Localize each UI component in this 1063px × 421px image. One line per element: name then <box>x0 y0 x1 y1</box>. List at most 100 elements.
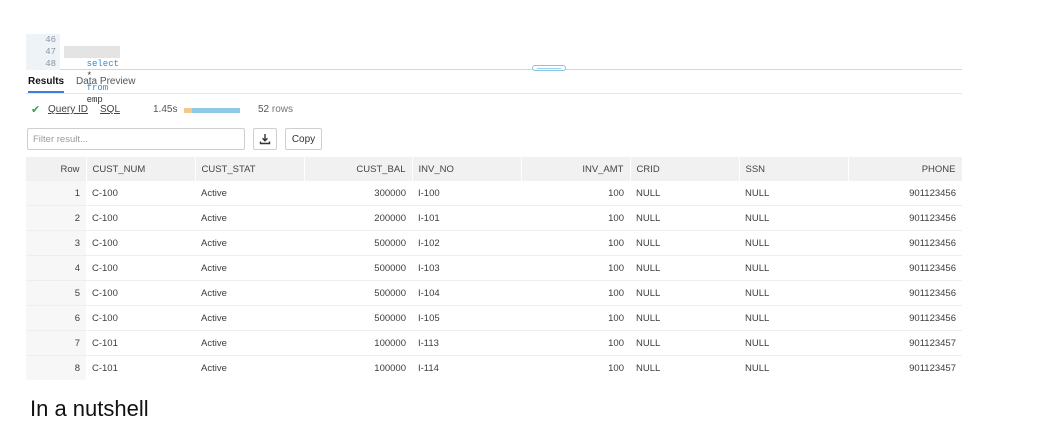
cell-crid[interactable]: NULL <box>630 305 739 331</box>
cell-cust-stat[interactable]: Active <box>195 305 304 331</box>
sql-link[interactable]: SQL <box>100 104 120 115</box>
line-number: 47 <box>45 47 56 57</box>
cell-inv-amt[interactable]: 100 <box>521 356 630 381</box>
cell-cust-stat[interactable]: Active <box>195 280 304 306</box>
cell-ssn[interactable]: NULL <box>739 181 848 206</box>
cell-cust-bal[interactable]: 500000 <box>304 305 412 331</box>
column-header-cust-stat[interactable]: CUST_STAT <box>195 157 305 181</box>
cell-cust-stat[interactable]: Active <box>195 230 304 256</box>
sql-editor[interactable]: 46 47 48 select * from emp <box>26 34 962 105</box>
table-row[interactable]: 4 C-100 Active 500000 I-103 100 NULL NUL… <box>26 255 962 281</box>
cell-crid[interactable]: NULL <box>630 330 739 356</box>
cell-ssn[interactable]: NULL <box>739 255 848 281</box>
cell-inv-no[interactable]: I-114 <box>412 356 521 381</box>
column-header-cust-num[interactable]: CUST_NUM <box>86 157 196 181</box>
cell-cust-num[interactable]: C-100 <box>86 280 195 306</box>
cell-cust-stat[interactable]: Active <box>195 205 304 231</box>
table-row[interactable]: 1 C-100 Active 300000 I-100 100 NULL NUL… <box>26 181 962 206</box>
cell-phone[interactable]: 901123456 <box>848 255 962 281</box>
cell-inv-no[interactable]: I-105 <box>412 305 521 331</box>
cell-cust-num[interactable]: C-100 <box>86 205 195 231</box>
cell-cust-stat[interactable]: Active <box>195 255 304 281</box>
table-row[interactable]: 3 C-100 Active 500000 I-102 100 NULL NUL… <box>26 230 962 256</box>
download-button[interactable] <box>253 128 277 150</box>
cell-cust-bal[interactable]: 500000 <box>304 230 412 256</box>
table-row[interactable]: 5 C-100 Active 500000 I-104 100 NULL NUL… <box>26 280 962 306</box>
cell-cust-num[interactable]: C-100 <box>86 181 195 206</box>
cell-inv-no[interactable]: I-102 <box>412 230 521 256</box>
column-header-row[interactable]: Row <box>26 157 87 181</box>
cell-inv-amt[interactable]: 100 <box>521 330 630 356</box>
row-count: 52 rows <box>258 104 293 115</box>
pane-resize-handle[interactable] <box>532 65 566 71</box>
cell-crid[interactable]: NULL <box>630 255 739 281</box>
cell-cust-num[interactable]: C-100 <box>86 230 195 256</box>
table-row[interactable]: 8 C-101 Active 100000 I-114 100 NULL NUL… <box>26 355 962 381</box>
filter-result-input[interactable] <box>27 128 245 150</box>
cell-inv-no[interactable]: I-104 <box>412 280 521 306</box>
cell-cust-stat[interactable]: Active <box>195 330 304 356</box>
copy-button[interactable]: Copy <box>285 128 322 150</box>
table-row[interactable]: 2 C-100 Active 200000 I-101 100 NULL NUL… <box>26 205 962 231</box>
cell-ssn[interactable]: NULL <box>739 205 848 231</box>
progress-segment-compile <box>184 108 192 113</box>
cell-crid[interactable]: NULL <box>630 356 739 381</box>
row-count-label: rows <box>271 104 294 115</box>
cell-ssn[interactable]: NULL <box>739 305 848 331</box>
cell-crid[interactable]: NULL <box>630 181 739 206</box>
cell-phone[interactable]: 901123456 <box>848 305 962 331</box>
cell-ssn[interactable]: NULL <box>739 230 848 256</box>
cell-ssn[interactable]: NULL <box>739 280 848 306</box>
cell-inv-amt[interactable]: 100 <box>521 255 630 281</box>
cell-inv-no[interactable]: I-100 <box>412 181 521 206</box>
sql-keyword-select: select <box>86 59 120 69</box>
cell-ssn[interactable]: NULL <box>739 356 848 381</box>
column-header-ssn[interactable]: SSN <box>739 157 849 181</box>
cell-inv-amt[interactable]: 100 <box>521 305 630 331</box>
cell-inv-amt[interactable]: 100 <box>521 181 630 206</box>
cell-cust-bal[interactable]: 300000 <box>304 181 412 206</box>
query-id-link[interactable]: Query ID <box>48 104 88 115</box>
column-header-cust-bal[interactable]: CUST_BAL <box>304 157 413 181</box>
editor-divider <box>60 69 962 70</box>
cell-inv-amt[interactable]: 100 <box>521 280 630 306</box>
cell-phone[interactable]: 901123457 <box>848 330 962 356</box>
cell-ssn[interactable]: NULL <box>739 330 848 356</box>
cell-cust-stat[interactable]: Active <box>195 356 304 381</box>
cell-cust-bal[interactable]: 500000 <box>304 280 412 306</box>
cell-cust-bal[interactable]: 100000 <box>304 356 412 381</box>
column-header-inv-amt[interactable]: INV_AMT <box>521 157 631 181</box>
tab-data-preview[interactable]: Data Preview <box>76 76 135 87</box>
cell-cust-num[interactable]: C-101 <box>86 330 195 356</box>
column-header-phone[interactable]: PHONE <box>848 157 963 181</box>
cell-inv-no[interactable]: I-113 <box>412 330 521 356</box>
table-row[interactable]: 6 C-100 Active 500000 I-105 100 NULL NUL… <box>26 305 962 331</box>
cell-phone[interactable]: 901123457 <box>848 356 962 381</box>
column-header-inv-no[interactable]: INV_NO <box>412 157 522 181</box>
cell-crid[interactable]: NULL <box>630 280 739 306</box>
sql-query-line[interactable]: select * from emp <box>64 46 121 105</box>
cut-off-caption-text: In a nutshell <box>30 396 149 421</box>
cell-phone[interactable]: 901123456 <box>848 181 962 206</box>
cell-cust-stat[interactable]: Active <box>195 181 304 206</box>
cell-inv-no[interactable]: I-103 <box>412 255 521 281</box>
cell-cust-bal[interactable]: 500000 <box>304 255 412 281</box>
cell-cust-num[interactable]: C-100 <box>86 305 195 331</box>
cell-crid[interactable]: NULL <box>630 205 739 231</box>
cell-inv-amt[interactable]: 100 <box>521 205 630 231</box>
cell-phone[interactable]: 901123456 <box>848 205 962 231</box>
cell-cust-bal[interactable]: 100000 <box>304 330 412 356</box>
cell-phone[interactable]: 901123456 <box>848 280 962 306</box>
cell-crid[interactable]: NULL <box>630 230 739 256</box>
query-duration: 1.45s <box>153 104 178 115</box>
cell-inv-no[interactable]: I-101 <box>412 205 521 231</box>
cell-inv-amt[interactable]: 100 <box>521 230 630 256</box>
cell-phone[interactable]: 901123456 <box>848 230 962 256</box>
cell-cust-bal[interactable]: 200000 <box>304 205 412 231</box>
table-row[interactable]: 7 C-101 Active 100000 I-113 100 NULL NUL… <box>26 330 962 356</box>
row-number-cell: 6 <box>26 305 86 331</box>
tab-results[interactable]: Results <box>28 76 65 93</box>
cell-cust-num[interactable]: C-101 <box>86 356 195 381</box>
cell-cust-num[interactable]: C-100 <box>86 255 195 281</box>
column-header-crid[interactable]: CRID <box>630 157 740 181</box>
